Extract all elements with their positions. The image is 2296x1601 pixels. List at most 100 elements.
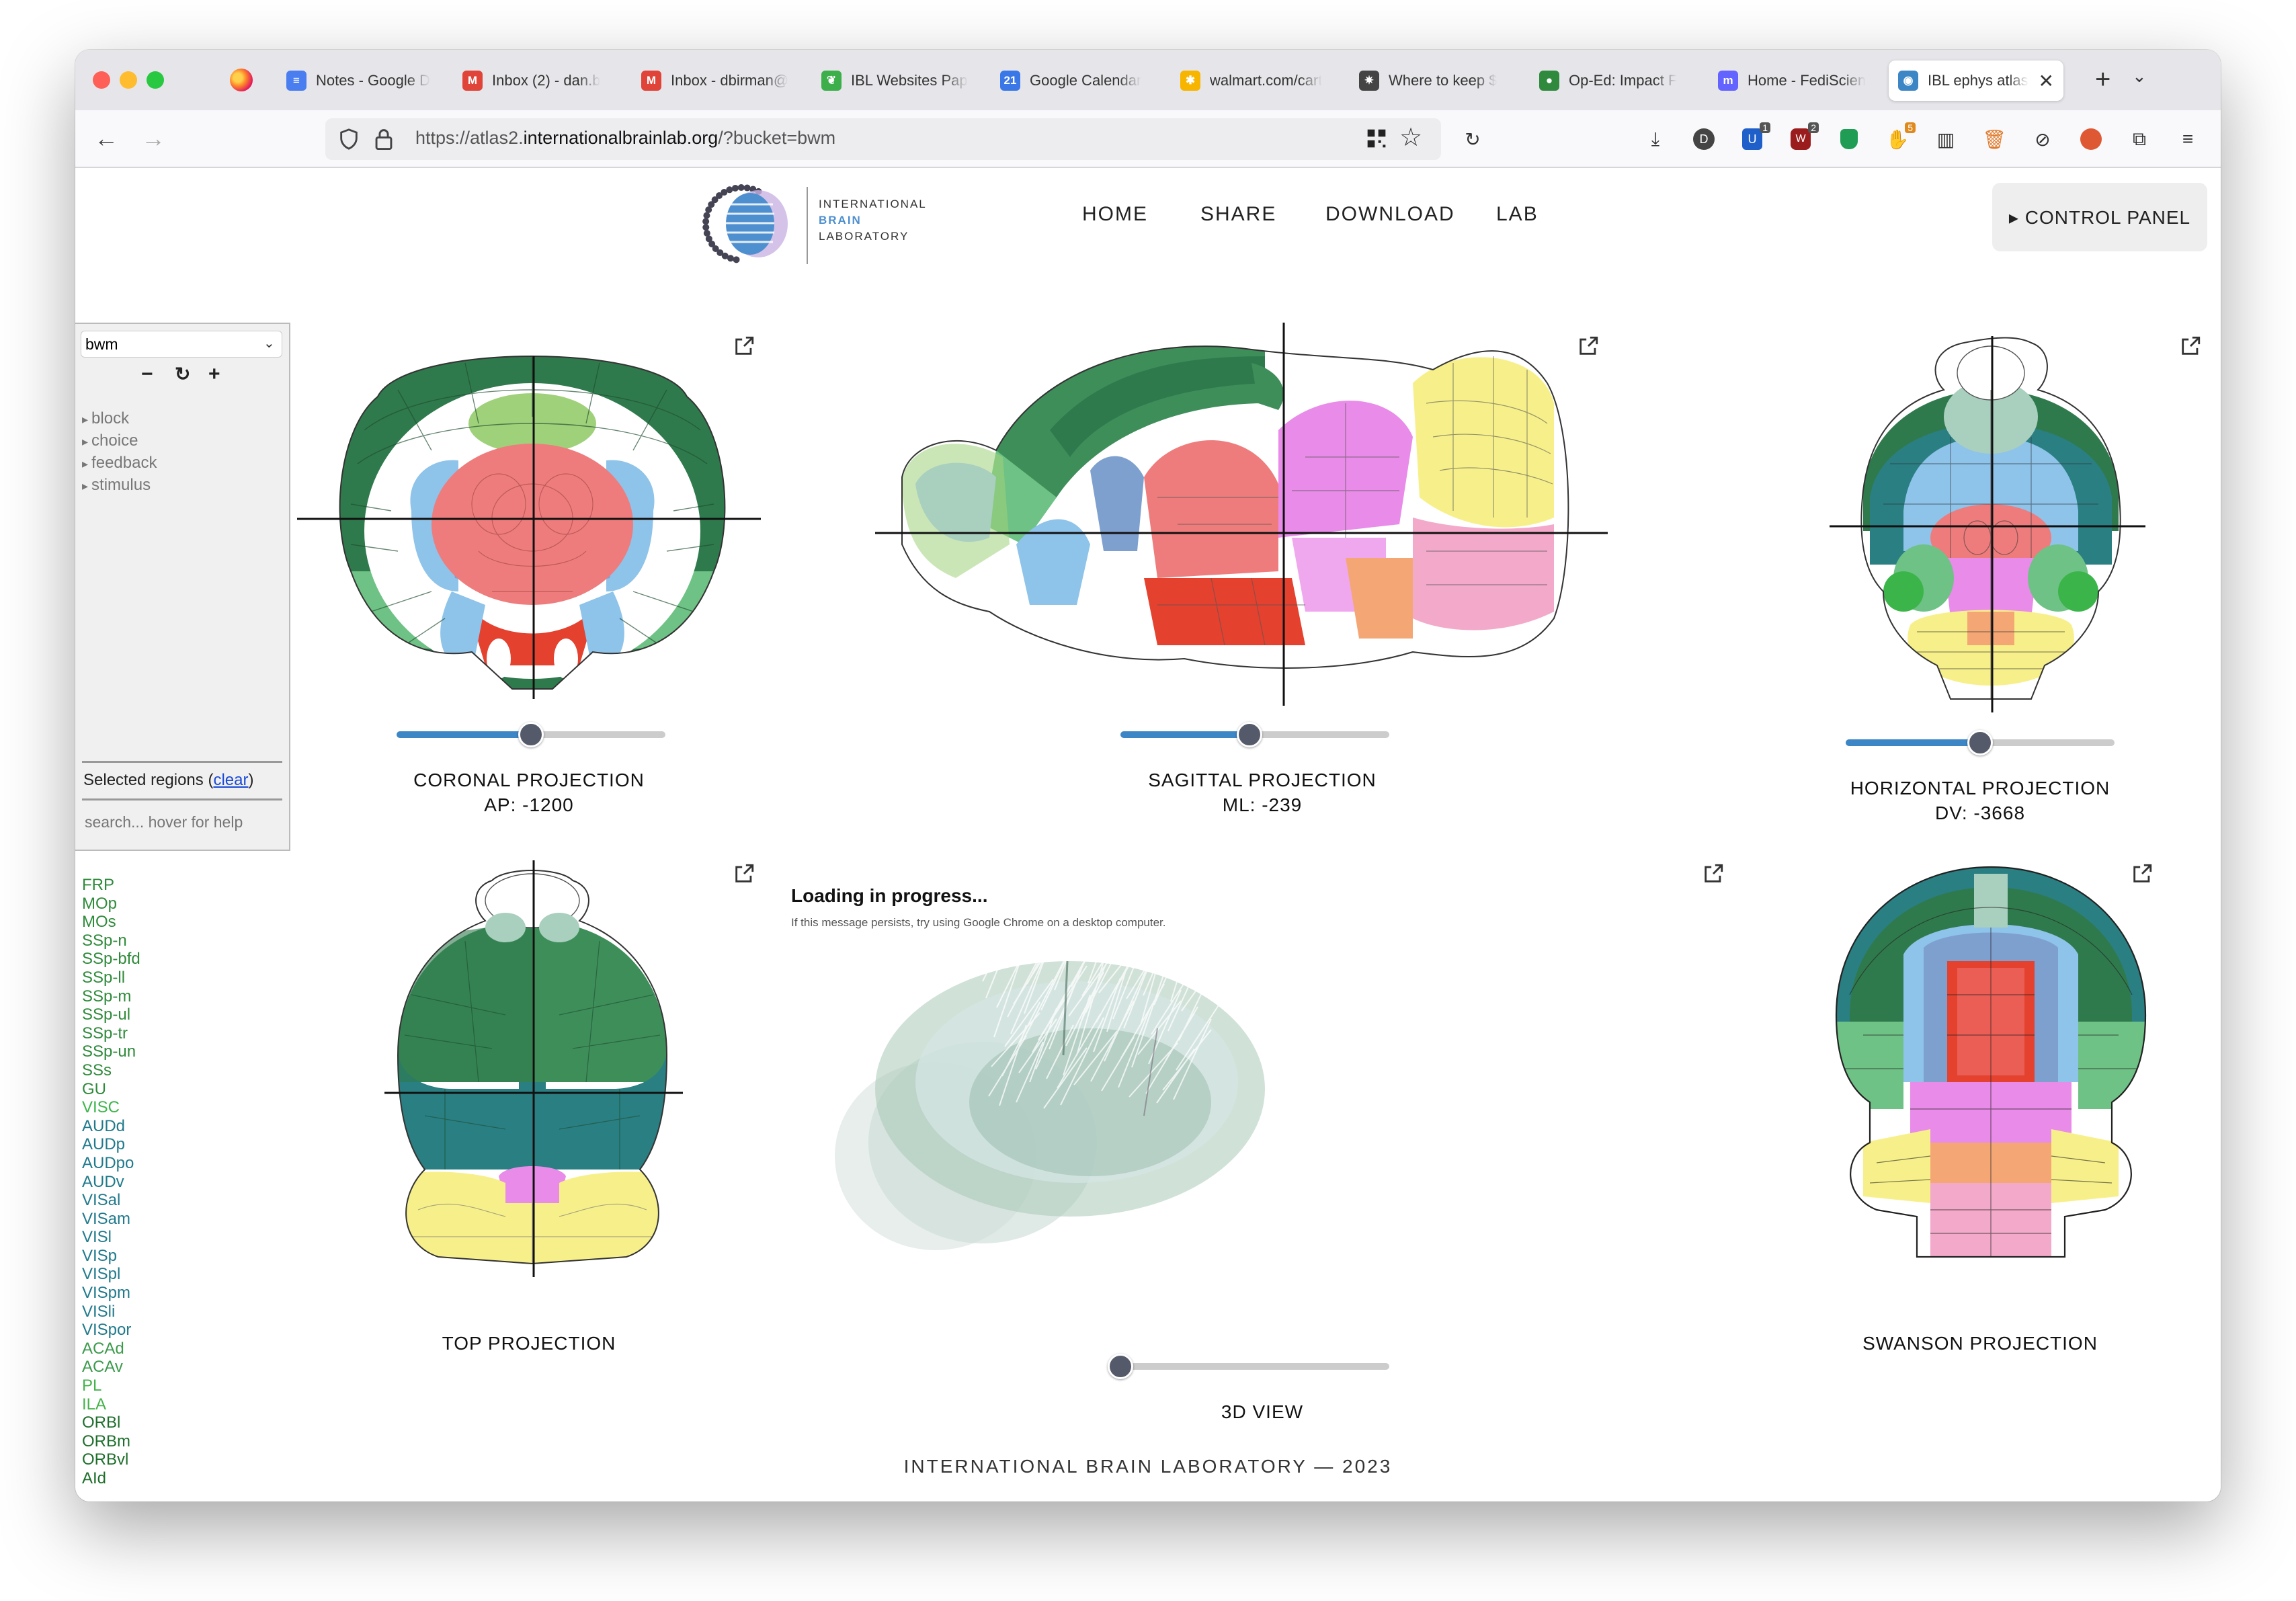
- horizontal-projection[interactable]: [1830, 336, 2152, 712]
- tab-4[interactable]: 21 Google Calendar: [991, 60, 1165, 101]
- region-item[interactable]: FRP: [82, 876, 140, 895]
- slider-handle[interactable]: [1237, 722, 1262, 747]
- close-tab-icon[interactable]: ✕: [2039, 70, 2054, 92]
- extension-block-icon[interactable]: ⊘: [2030, 126, 2055, 152]
- region-item[interactable]: SSp-m: [82, 987, 140, 1006]
- region-item[interactable]: VISam: [82, 1210, 140, 1229]
- region-item[interactable]: ACAv: [82, 1358, 140, 1377]
- minimize-window-button[interactable]: [120, 71, 137, 89]
- tab-8[interactable]: m Home - FediScien: [1709, 60, 1883, 101]
- tab-2[interactable]: M Inbox - dbirman@: [632, 60, 807, 101]
- menu-icon[interactable]: ≡: [2175, 126, 2201, 152]
- region-item[interactable]: MOs: [82, 913, 140, 932]
- zoom-out-button[interactable]: −: [141, 363, 153, 386]
- extension-u-icon[interactable]: U1: [1739, 122, 1770, 152]
- region-item[interactable]: ACAd: [82, 1340, 140, 1358]
- tree-item-choice[interactable]: choice: [82, 430, 157, 452]
- region-item[interactable]: GU: [82, 1080, 140, 1099]
- sagittal-slider[interactable]: [1120, 722, 1389, 747]
- tab-6[interactable]: ✷ Where to keep $: [1350, 60, 1524, 101]
- region-item[interactable]: SSp-n: [82, 932, 140, 950]
- coronal-slider[interactable]: [397, 722, 665, 747]
- region-item[interactable]: ORBl: [82, 1413, 140, 1432]
- forward-button[interactable]: →: [141, 122, 165, 155]
- region-item[interactable]: VISpm: [82, 1284, 140, 1303]
- open-external-icon[interactable]: [2179, 335, 2202, 358]
- clear-link[interactable]: clear: [213, 771, 248, 789]
- tab-5[interactable]: ✱ walmart.com/cart: [1171, 60, 1346, 101]
- new-tab-button[interactable]: +: [2095, 63, 2110, 95]
- qr-code-icon[interactable]: [1366, 128, 1387, 149]
- extension-bars-icon[interactable]: ▥: [1933, 126, 1959, 152]
- bookmark-star-icon[interactable]: ☆: [1399, 122, 1422, 153]
- region-item[interactable]: AUDd: [82, 1117, 140, 1136]
- horizontal-slider[interactable]: [1846, 730, 2115, 755]
- swanson-projection[interactable]: [1823, 860, 2159, 1264]
- ibl-logo[interactable]: INTERNATIONAL BRAIN LABORATORY: [694, 180, 929, 268]
- top-projection[interactable]: [371, 860, 694, 1277]
- tab-0[interactable]: ≡ Notes - Google D: [277, 60, 452, 101]
- coronal-projection[interactable]: [297, 350, 768, 706]
- region-item[interactable]: SSp-ul: [82, 1005, 140, 1024]
- nav-lab[interactable]: LAB: [1496, 203, 1539, 226]
- region-item[interactable]: SSs: [82, 1061, 140, 1080]
- extensions-puzzle-icon[interactable]: ⧉: [2127, 126, 2152, 152]
- tab-7[interactable]: ● Op-Ed: Impact F: [1530, 60, 1705, 101]
- sagittal-projection[interactable]: [875, 323, 1614, 706]
- slider-handle[interactable]: [1108, 1354, 1133, 1379]
- region-item[interactable]: PL: [82, 1377, 140, 1395]
- region-item[interactable]: ILA: [82, 1395, 140, 1414]
- url-bar[interactable]: https://atlas2.internationalbrainlab.org…: [325, 118, 1441, 160]
- tree-item-feedback[interactable]: feedback: [82, 452, 157, 475]
- region-item[interactable]: ORBm: [82, 1432, 140, 1451]
- tab-1[interactable]: M Inbox (2) - dan.b: [453, 60, 628, 101]
- region-item[interactable]: VISli: [82, 1303, 140, 1321]
- region-item[interactable]: VISal: [82, 1191, 140, 1210]
- reset-button[interactable]: ↻: [175, 363, 190, 385]
- tree-item-stimulus[interactable]: stimulus: [82, 475, 157, 497]
- slider-handle[interactable]: [1967, 730, 1993, 755]
- tab-9[interactable]: ◉ IBL ephys atlas ✕: [1889, 60, 2063, 101]
- extension-d-icon[interactable]: D: [1691, 126, 1717, 152]
- close-window-button[interactable]: [93, 71, 110, 89]
- list-tabs-chevron-icon[interactable]: ⌄: [2132, 66, 2147, 87]
- open-external-icon[interactable]: [733, 862, 755, 885]
- open-external-icon[interactable]: [733, 335, 755, 358]
- region-item[interactable]: VISp: [82, 1247, 140, 1266]
- extension-trash-icon[interactable]: 🗑: [1981, 126, 2007, 152]
- region-item[interactable]: VISpl: [82, 1265, 140, 1284]
- region-item[interactable]: SSp-bfd: [82, 950, 140, 969]
- firefox-icon[interactable]: [230, 69, 253, 91]
- reload-icon[interactable]: ↻: [1460, 126, 1485, 152]
- slider-handle[interactable]: [518, 722, 544, 747]
- region-item[interactable]: VISl: [82, 1228, 140, 1247]
- region-item[interactable]: SSp-ll: [82, 969, 140, 987]
- region-item[interactable]: SSp-tr: [82, 1024, 140, 1043]
- search-input[interactable]: [82, 805, 282, 839]
- open-external-icon[interactable]: [1577, 335, 1600, 358]
- 3d-view-slider[interactable]: [1108, 1354, 1389, 1379]
- extension-hand-icon[interactable]: ✋ 5: [1885, 122, 1916, 152]
- shield-icon[interactable]: [337, 128, 360, 151]
- duckduckgo-icon[interactable]: [2078, 126, 2104, 152]
- open-external-icon[interactable]: [2131, 862, 2154, 885]
- region-item[interactable]: SSp-un: [82, 1042, 140, 1061]
- extension-shield-green-icon[interactable]: [1836, 126, 1862, 152]
- zoom-in-button[interactable]: +: [208, 363, 220, 386]
- extension-shield-red-icon[interactable]: W2: [1788, 122, 1819, 152]
- nav-home[interactable]: HOME: [1082, 203, 1148, 226]
- nav-download[interactable]: DOWNLOAD: [1325, 203, 1455, 226]
- tree-item-block[interactable]: block: [82, 408, 157, 430]
- tab-3[interactable]: ❦ IBL Websites Pap: [812, 60, 987, 101]
- zoom-window-button[interactable]: [147, 71, 164, 89]
- region-item[interactable]: MOp: [82, 895, 140, 913]
- open-external-icon[interactable]: [1702, 862, 1725, 885]
- control-panel-button[interactable]: ▸ CONTROL PANEL: [1992, 183, 2207, 251]
- back-button[interactable]: ←: [94, 122, 118, 155]
- downloads-icon[interactable]: ⤓: [1643, 126, 1668, 152]
- bucket-select[interactable]: bwm: [81, 331, 282, 358]
- lock-icon[interactable]: [374, 128, 394, 151]
- region-item[interactable]: AUDp: [82, 1135, 140, 1154]
- brain-3d-view[interactable]: [808, 941, 1278, 1290]
- region-item[interactable]: AUDpo: [82, 1154, 140, 1173]
